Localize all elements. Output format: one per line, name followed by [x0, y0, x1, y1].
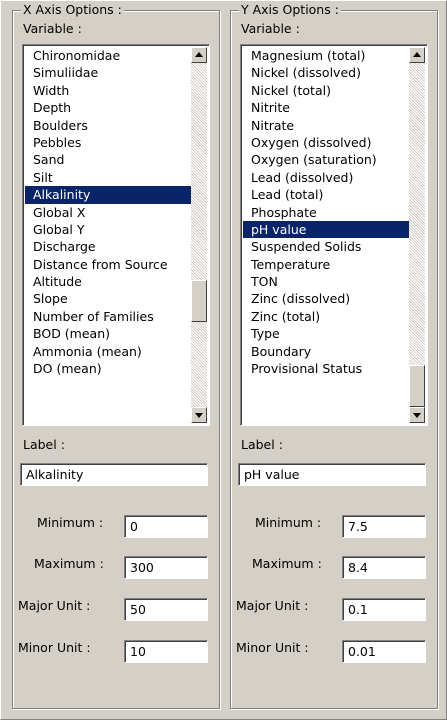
list-item[interactable]: pH value — [243, 220, 409, 239]
y-scroll-down-button[interactable] — [409, 407, 425, 423]
list-item[interactable]: Suspended Solids — [243, 238, 409, 255]
list-item[interactable]: Boulders — [25, 117, 191, 134]
triangle-up-icon — [413, 52, 421, 57]
y-scroll-up-button[interactable] — [409, 47, 425, 63]
y-major-unit-label: Major Unit : — [236, 598, 309, 613]
list-item[interactable]: Provisional Status — [243, 360, 409, 377]
list-item[interactable]: Oxygen (saturation) — [243, 151, 409, 168]
x-scroll-up-button[interactable] — [191, 47, 207, 63]
x-minimum-input[interactable]: 0 — [124, 515, 208, 538]
list-item[interactable]: Alkalinity — [25, 186, 191, 204]
triangle-up-icon — [195, 52, 203, 57]
x-maximum-label: Maximum : — [34, 556, 104, 571]
list-item[interactable]: Magnesium (total) — [243, 47, 409, 64]
x-label-input[interactable]: Alkalinity — [20, 463, 208, 486]
list-item[interactable]: Width — [25, 82, 191, 99]
list-item[interactable]: Nickel (total) — [243, 82, 409, 99]
x-scroll-thumb[interactable] — [191, 280, 207, 323]
x-minimum-label: Minimum : — [37, 515, 104, 530]
list-item[interactable]: Nickel (dissolved) — [243, 64, 409, 81]
list-item[interactable]: BOD (mean) — [25, 325, 191, 342]
list-item[interactable]: Number of Families — [25, 308, 191, 325]
x-variable-list: Chironomidae Simuliidae Width Depth Boulders… — [25, 47, 191, 377]
x-minor-unit-input[interactable]: 10 — [124, 640, 208, 663]
y-variable-listbox[interactable]: Magnesium (total) Nickel (dissolved) Nicke… — [240, 44, 428, 426]
x-major-unit-input[interactable]: 50 — [124, 598, 208, 621]
list-item[interactable]: Nitrate — [243, 117, 409, 134]
y-label-input[interactable]: pH value — [238, 463, 426, 486]
x-major-unit-label: Major Unit : — [18, 598, 91, 613]
list-item[interactable]: Chironomidae — [25, 47, 191, 64]
x-scroll-down-button[interactable] — [191, 407, 207, 423]
list-item[interactable]: Oxygen (dissolved) — [243, 134, 409, 151]
list-item[interactable]: Sand — [25, 151, 191, 168]
y-axis-options-group: Y Axis Options : Variable : Magnesium (t… — [230, 2, 438, 709]
y-maximum-label: Maximum : — [252, 556, 322, 571]
list-item[interactable]: Lead (dissolved) — [243, 169, 409, 186]
list-item[interactable]: Pebbles — [25, 134, 191, 151]
list-item[interactable]: Global X — [25, 204, 191, 221]
y-scroll-thumb[interactable] — [409, 365, 425, 407]
list-item[interactable]: Simuliidae — [25, 64, 191, 81]
list-item[interactable]: Global Y — [25, 221, 191, 238]
y-variable-label: Variable : — [241, 21, 300, 36]
y-major-unit-input[interactable]: 0.1 — [342, 598, 426, 621]
x-variable-listbox[interactable]: Chironomidae Simuliidae Width Depth Boulders… — [22, 44, 210, 426]
list-item[interactable]: Boundary — [243, 343, 409, 360]
list-item[interactable]: Ammonia (mean) — [25, 343, 191, 360]
list-item[interactable]: Lead (total) — [243, 186, 409, 203]
x-axis-options-group: X Axis Options : Variable : Chironomidae… — [12, 2, 220, 709]
list-item[interactable]: Zinc (total) — [243, 308, 409, 325]
x-minor-unit-label: Minor Unit : — [18, 640, 91, 655]
list-item[interactable]: Depth — [25, 99, 191, 116]
x-variable-label: Variable : — [23, 21, 82, 36]
y-label-caption: Label : — [241, 437, 283, 452]
list-item[interactable]: Altitude — [25, 273, 191, 290]
list-item[interactable]: Nitrite — [243, 99, 409, 116]
y-maximum-input[interactable]: 8.4 — [342, 556, 426, 579]
list-item[interactable]: Slope — [25, 290, 191, 307]
triangle-down-icon — [413, 413, 421, 418]
axis-options-panel: X Axis Options : Variable : Chironomidae… — [0, 0, 447, 720]
y-minimum-label: Minimum : — [255, 515, 322, 530]
list-item[interactable]: Temperature — [243, 256, 409, 273]
x-maximum-input[interactable]: 300 — [124, 556, 208, 579]
y-axis-group-title: Y Axis Options : — [239, 2, 341, 17]
x-label-caption: Label : — [23, 437, 65, 452]
list-item[interactable]: Distance from Source — [25, 256, 191, 273]
list-item[interactable]: TON — [243, 273, 409, 290]
list-item[interactable]: DO (mean) — [25, 360, 191, 377]
x-list-scrollbar[interactable] — [191, 47, 207, 423]
list-item[interactable]: Discharge — [25, 238, 191, 255]
list-item[interactable]: Silt — [25, 169, 191, 186]
list-item[interactable]: Zinc (dissolved) — [243, 290, 409, 307]
y-list-scrollbar[interactable] — [409, 47, 425, 423]
triangle-down-icon — [195, 413, 203, 418]
y-minor-unit-input[interactable]: 0.01 — [342, 640, 426, 663]
list-item[interactable]: Phosphate — [243, 204, 409, 221]
y-variable-list: Magnesium (total) Nickel (dissolved) Nicke… — [243, 47, 409, 377]
list-item[interactable]: Type — [243, 325, 409, 342]
x-axis-group-title: X Axis Options : — [21, 2, 124, 17]
y-minimum-input[interactable]: 7.5 — [342, 515, 426, 538]
y-minor-unit-label: Minor Unit : — [236, 640, 309, 655]
